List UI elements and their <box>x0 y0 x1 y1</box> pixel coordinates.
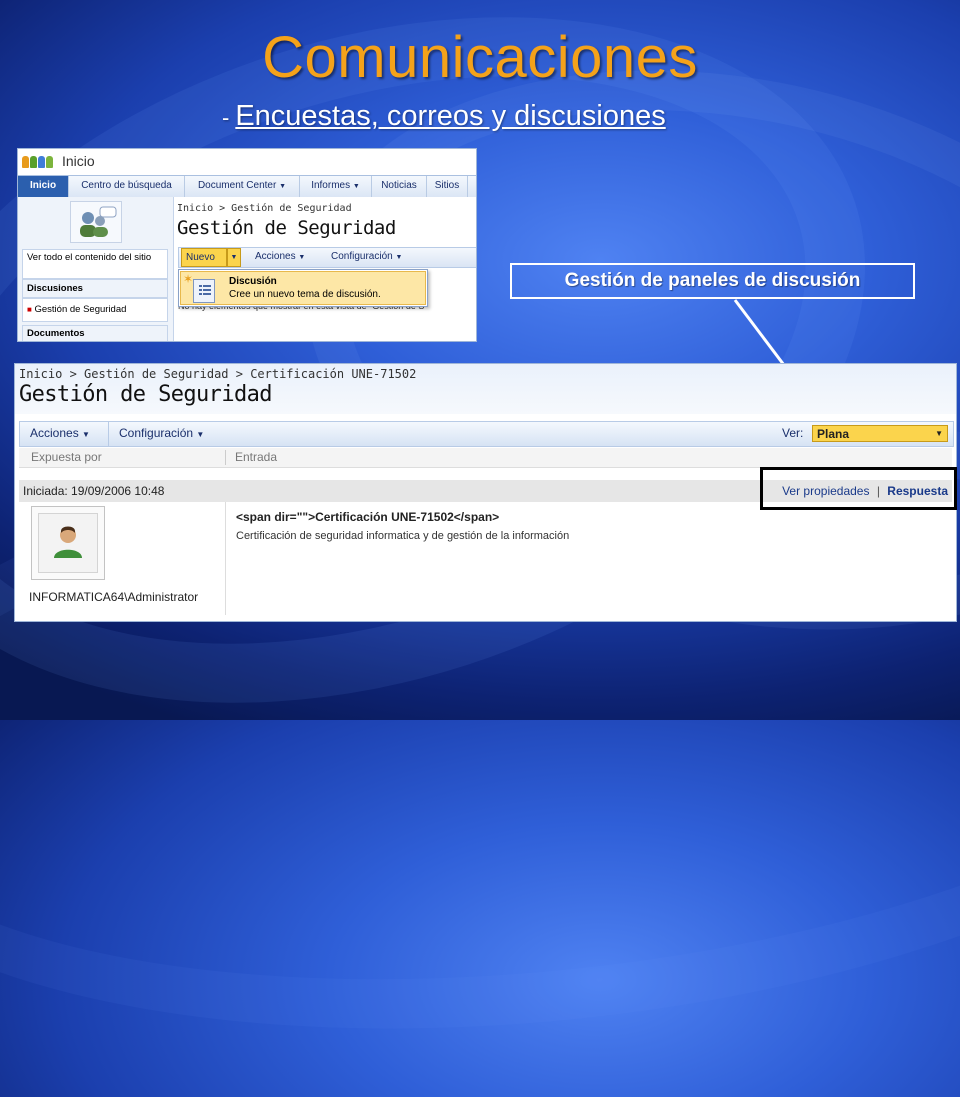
chevron-down-icon: ▼ <box>82 430 90 439</box>
breadcrumb[interactable]: Inicio > Gestión de Seguridad > Certific… <box>19 367 416 381</box>
view-select-value: Plana <box>817 427 850 441</box>
entry-title-text: <span dir="">Certificación UNE-71502</sp… <box>236 510 500 524</box>
entry-body: Certificación de seguridad informatica y… <box>236 530 570 542</box>
avatar[interactable] <box>31 506 105 580</box>
acciones-menu[interactable]: Acciones ▼ <box>30 422 90 446</box>
entry-title: <span dir="">Certificación UNE-71502</sp… <box>236 510 499 524</box>
highlight-box <box>760 467 957 510</box>
page-header: Inicio > Gestión de Seguridad > Certific… <box>15 364 956 414</box>
view-select[interactable]: Plana ▼ <box>812 425 948 442</box>
user-icon <box>54 526 82 558</box>
chevron-down-icon: ▼ <box>196 430 205 439</box>
list-toolbar: Acciones ▼ Configuración ▼ Ver: Plana ▼ <box>19 421 954 447</box>
column-headers: Expuesta por Entrada <box>19 448 952 468</box>
acciones-label: Acciones <box>30 426 79 440</box>
started-timestamp: Iniciada: 19/09/2006 10:48 <box>23 484 165 498</box>
page-title: Gestión de Seguridad <box>19 382 273 407</box>
post-body: INFORMATICA64\Administrator <span dir=""… <box>19 502 952 617</box>
view-label: Ver: <box>782 426 804 440</box>
column-expuesta-por[interactable]: Expuesta por <box>31 448 102 467</box>
configuracion-label: Configuración <box>119 426 194 440</box>
chevron-down-icon: ▼ <box>935 429 943 438</box>
column-entrada[interactable]: Entrada <box>235 448 277 467</box>
configuracion-menu[interactable]: Configuración ▼ <box>108 422 204 446</box>
post-author[interactable]: INFORMATICA64\Administrator <box>29 590 198 604</box>
